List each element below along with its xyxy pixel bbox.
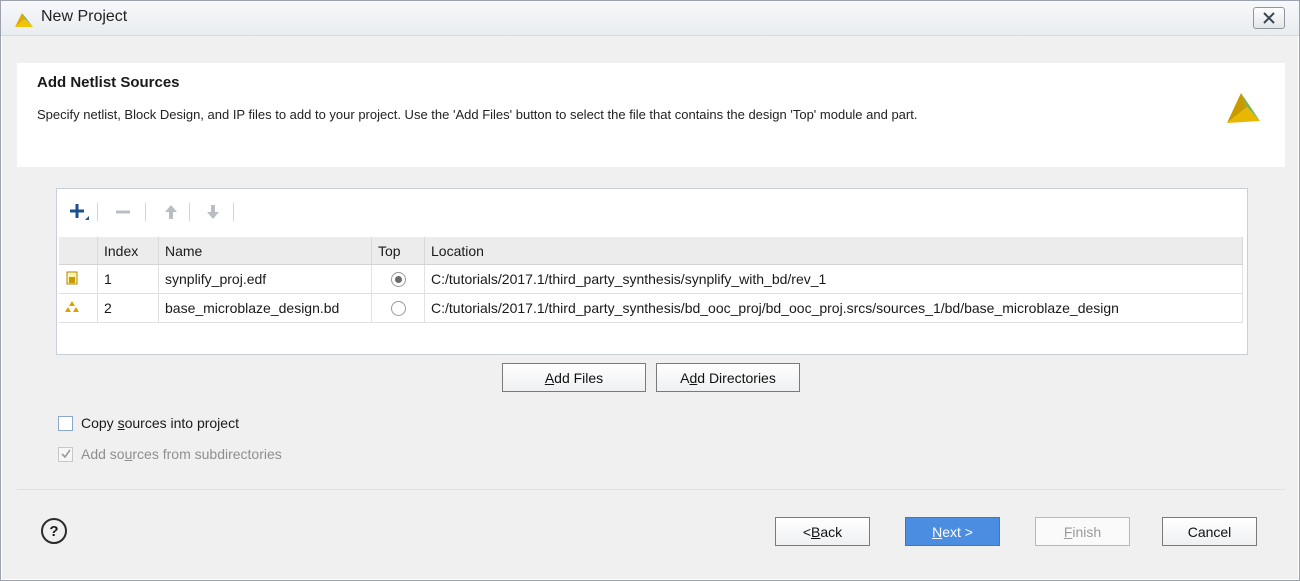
next-mnemonic: N <box>932 523 943 540</box>
vivado-logo-icon <box>1227 93 1260 123</box>
back-label-post: ack <box>820 523 843 540</box>
close-button[interactable] <box>1253 7 1285 29</box>
sources-table: Index Name Top Location 1 synplify_proj. <box>59 237 1243 323</box>
add-directories-label-post: d Directories <box>697 369 776 386</box>
add-directories-mnemonic: d <box>689 369 698 386</box>
toolbar-separator <box>97 203 98 221</box>
add-directories-button[interactable]: Add Directories <box>656 363 800 392</box>
add-directories-label-pre: A <box>680 369 690 386</box>
plus-icon <box>70 204 89 220</box>
toolbar-separator <box>145 203 146 221</box>
top-radio[interactable] <box>390 301 406 317</box>
add-files-label-post: dd Files <box>554 369 604 386</box>
add-files-mnemonic: A <box>544 369 555 386</box>
add-files-button[interactable]: Add Files <box>502 363 646 392</box>
copy-sources-checkbox[interactable] <box>58 415 73 431</box>
move-up-button[interactable] <box>159 200 183 224</box>
vivado-app-icon <box>15 13 33 27</box>
row-name: synplify_proj.edf <box>158 264 372 294</box>
row-index: 2 <box>97 293 159 323</box>
title-bar: New Project <box>1 1 1299 36</box>
row-icon-cell <box>59 264 98 294</box>
back-button[interactable]: < Back <box>775 517 870 546</box>
cancel-button[interactable]: Cancel <box>1162 517 1257 546</box>
page-description: Specify netlist, Block Design, and IP fi… <box>37 107 918 122</box>
add-subdirectories-checkbox <box>58 446 73 462</box>
copy-sources-option[interactable]: Copy sources into project <box>58 415 239 431</box>
copy-sources-label-pre: Copy <box>81 415 118 431</box>
window-title: New Project <box>41 8 128 25</box>
column-header-location[interactable]: Location <box>424 237 1243 265</box>
arrow-down-icon <box>207 205 219 219</box>
add-subdirectories-label: Add sources from subdirectories <box>81 446 282 462</box>
add-source-button[interactable] <box>67 200 91 224</box>
sources-panel: Index Name Top Location 1 synplify_proj. <box>56 188 1248 355</box>
copy-sources-mnemonic: s <box>117 415 125 431</box>
copy-sources-label: Copy sources into project <box>81 415 239 431</box>
row-name: base_microblaze_design.bd <box>158 293 372 323</box>
footer-divider <box>17 489 1285 490</box>
close-icon <box>1263 12 1275 24</box>
column-header-name[interactable]: Name <box>158 237 372 265</box>
top-radio[interactable] <box>390 272 406 288</box>
page-heading: Add Netlist Sources <box>37 74 180 91</box>
minus-icon <box>116 210 130 214</box>
help-button[interactable]: ? <box>41 518 67 544</box>
table-row[interactable]: 2 base_microblaze_design.bd C:/tutorials… <box>59 293 1243 323</box>
back-mnemonic: B <box>811 523 821 540</box>
finish-mnemonic: F <box>1063 523 1073 540</box>
arrow-up-icon <box>165 205 177 219</box>
new-project-dialog: New Project Add Netlist Sources Specify … <box>0 0 1300 581</box>
row-index: 1 <box>97 264 159 294</box>
row-location: C:/tutorials/2017.1/third_party_synthesi… <box>424 264 1243 294</box>
netlist-file-icon <box>66 271 78 284</box>
add-subdirs-label-post: rces from subdirectories <box>132 446 282 462</box>
remove-source-button[interactable] <box>111 200 135 224</box>
row-icon-cell <box>59 293 98 323</box>
next-button[interactable]: Next > <box>905 517 1000 546</box>
table-row[interactable]: 1 synplify_proj.edf C:/tutorials/2017.1/… <box>59 264 1243 294</box>
page-header: Add Netlist Sources Specify netlist, Blo… <box>17 63 1285 167</box>
copy-sources-label-post: ources into project <box>124 415 239 431</box>
toolbar-separator <box>189 203 190 221</box>
toolbar-separator <box>233 203 234 221</box>
finish-label-post: inish <box>1072 523 1102 540</box>
row-location: C:/tutorials/2017.1/third_party_synthesi… <box>424 293 1243 323</box>
finish-button[interactable]: Finish <box>1035 517 1130 546</box>
icon-column-header[interactable] <box>59 237 98 265</box>
checkmark-icon <box>60 449 71 459</box>
column-header-top[interactable]: Top <box>371 237 425 265</box>
column-header-index[interactable]: Index <box>97 237 159 265</box>
row-top-cell <box>371 264 425 294</box>
add-subdirs-label-pre: Add so <box>81 446 125 462</box>
back-label-pre: < <box>802 523 812 540</box>
next-label-post: ext > <box>942 523 973 540</box>
help-icon: ? <box>49 522 59 540</box>
row-top-cell <box>371 293 425 323</box>
add-subdirectories-option: Add sources from subdirectories <box>58 446 282 462</box>
table-header-row: Index Name Top Location <box>59 237 1243 265</box>
move-down-button[interactable] <box>201 200 225 224</box>
block-design-icon <box>65 300 79 312</box>
sources-toolbar <box>57 189 1247 235</box>
